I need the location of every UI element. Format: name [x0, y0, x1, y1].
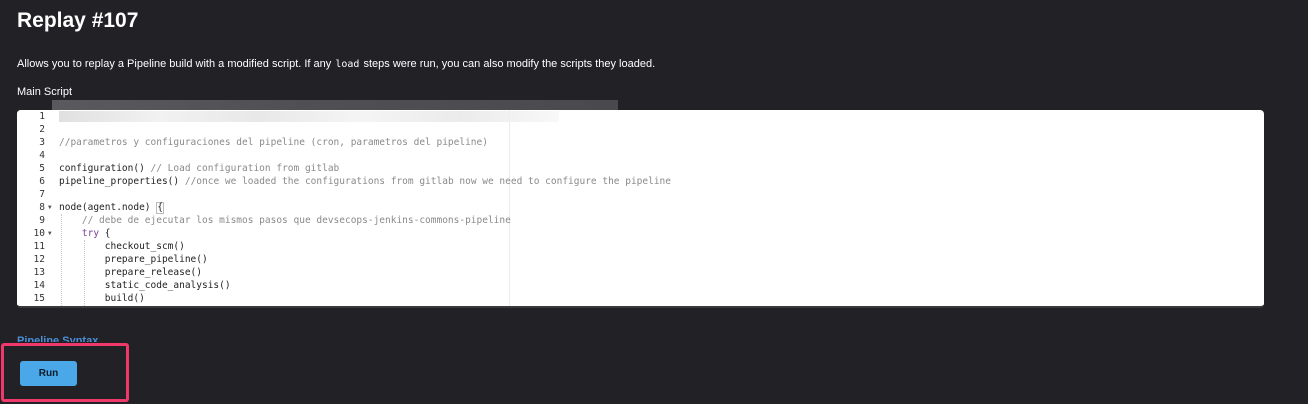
line-number: 8 [39, 202, 45, 213]
pipeline-syntax-link[interactable]: Pipeline Syntax [17, 335, 98, 342]
page-description: Allows you to replay a Pipeline build wi… [17, 57, 655, 72]
code-line: node(agent.node) { [59, 201, 164, 214]
code-call: pipeline_properties() [59, 176, 185, 187]
description-code-load: load [335, 59, 360, 70]
run-button[interactable]: Run [20, 361, 77, 386]
replay-page: Replay #107 Allows you to replay a Pipel… [0, 0, 1308, 404]
line-number: 4 [39, 150, 45, 161]
line-number: 12 [33, 254, 45, 265]
line-number: 3 [39, 137, 45, 148]
code-line: pipeline_properties() //once we loaded t… [59, 175, 671, 188]
code-line: configuration() // Load configuration fr… [59, 162, 339, 175]
main-script-editor[interactable]: 1 2 3 4 5 6 7 8 ▼ 9 10 ▼ 11 12 13 14 15 … [17, 110, 1264, 308]
code-call: node(agent.node) [59, 202, 157, 213]
triangle-down-icon[interactable]: ▼ [48, 227, 52, 240]
code-comment: // Load configuration from gitlab [150, 163, 340, 174]
description-text-before: Allows you to replay a Pipeline build wi… [17, 58, 335, 70]
redacted-code-line [59, 111, 559, 122]
code-line: checkout_scm() [59, 241, 185, 252]
code-comment: //once we loaded the configurations from… [184, 176, 671, 187]
line-number: 13 [33, 267, 45, 278]
line-number-gutter: 1 2 3 4 5 6 7 8 ▼ 9 10 ▼ 11 12 13 14 15 [17, 110, 59, 306]
code-comment-line: //parametros y configuraciones del pipel… [59, 137, 488, 148]
code-line: prepare_pipeline() [59, 254, 208, 265]
code-line: try { [59, 227, 111, 240]
line-number: 11 [33, 241, 45, 252]
line-number: 6 [39, 176, 45, 187]
line-number: 15 [33, 293, 45, 304]
code-line: prepare_release() [59, 267, 202, 278]
line-number: 14 [33, 280, 45, 291]
code-call: configuration() [59, 163, 151, 174]
line-number: 7 [39, 189, 45, 200]
line-number: 9 [39, 215, 45, 226]
line-number: 5 [39, 163, 45, 174]
code-text: { [99, 228, 111, 239]
code-line: build() [59, 293, 145, 304]
matched-bracket: { [156, 202, 164, 214]
redacted-overlay [52, 100, 618, 110]
code-comment-line: // debe de ejecutar los mismos pasos que… [59, 215, 511, 226]
line-number: 2 [39, 124, 45, 135]
code-line: static_code_analysis() [59, 280, 231, 291]
triangle-down-icon[interactable]: ▼ [48, 201, 52, 214]
main-script-label: Main Script [17, 86, 73, 98]
line-number: 1 [39, 111, 45, 122]
print-margin [509, 110, 510, 306]
description-text-after: steps were run, you can also modify the … [360, 58, 656, 70]
page-title: Replay #107 [17, 9, 139, 32]
line-number: 10 [33, 228, 45, 239]
code-keyword: try [81, 228, 100, 239]
